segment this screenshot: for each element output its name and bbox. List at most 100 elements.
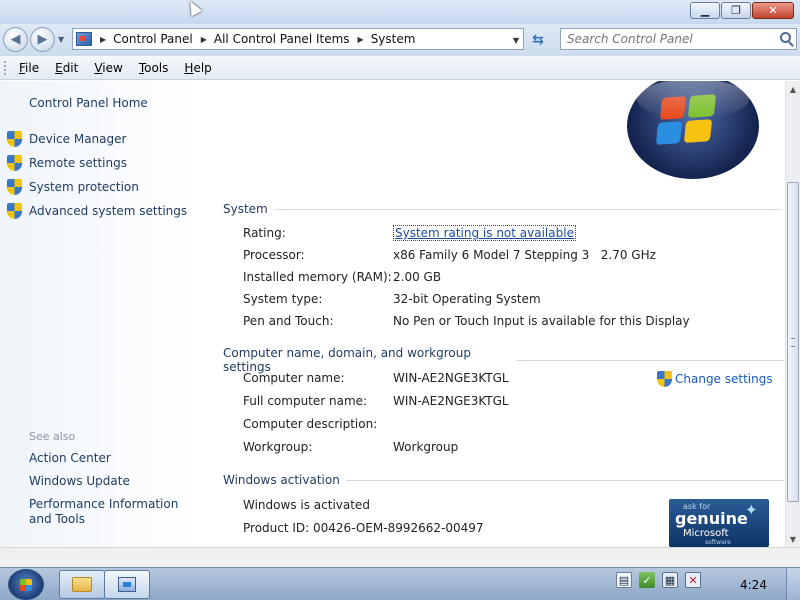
computer-name-label: Computer name: (243, 371, 345, 385)
genuine-microsoft-badge[interactable]: ask for genuine Microsoft software ✦ (669, 499, 769, 547)
performance-info-link[interactable]: Performance Information and Tools (29, 497, 194, 527)
device-manager-link[interactable]: Device Manager (7, 131, 126, 147)
window-controls: ▁ ❐ ✕ (690, 2, 794, 19)
uac-shield-icon (7, 155, 22, 171)
system-protection-link[interactable]: System protection (7, 179, 139, 195)
breadcrumb-system[interactable]: System (371, 32, 416, 46)
system-heading-text: System (223, 202, 268, 216)
network-icon[interactable]: ▦ (662, 572, 678, 588)
pen-touch-value: No Pen or Touch Input is available for t… (393, 314, 690, 328)
close-button[interactable]: ✕ (752, 2, 794, 19)
product-id: Product ID: 00426-OEM-8992662-00497 (243, 521, 484, 535)
control-panel-icon (118, 577, 136, 592)
activation-heading-text: Windows activation (223, 473, 340, 487)
advanced-system-settings-link[interactable]: Advanced system settings (7, 203, 187, 219)
folder-icon (72, 577, 92, 592)
taskbar-clock[interactable]: 4:24 (740, 578, 767, 592)
computer-heading-text: Computer name, domain, and workgroup set… (223, 346, 471, 374)
scrollbar-thumb[interactable] (787, 182, 799, 502)
breadcrumb-control-panel[interactable]: Control Panel (113, 32, 193, 46)
taskbar-explorer-button[interactable] (59, 570, 105, 599)
change-settings-label: Change settings (675, 372, 773, 386)
menu-bar: File Edit View Tools Help (0, 56, 800, 80)
menu-tools[interactable]: Tools (139, 61, 169, 75)
full-computer-name-value: WIN-AE2NGE3KTGL (393, 394, 509, 408)
badge-genuine-text: genuine (675, 509, 748, 528)
address-dropdown-icon[interactable]: ▼ (513, 36, 519, 45)
section-divider (345, 479, 784, 481)
badge-software-text: software (705, 539, 731, 546)
breadcrumb-all-items[interactable]: All Control Panel Items (214, 32, 350, 46)
chevron-right-icon[interactable]: ▶ (201, 35, 207, 44)
windows-logo-icon (627, 81, 759, 179)
change-settings-link[interactable]: Change settings (657, 371, 773, 387)
uac-shield-icon (7, 179, 22, 195)
start-button[interactable] (8, 569, 44, 600)
computer-description-label: Computer description: (243, 417, 378, 431)
address-bar: ◀ ▶ ▼ ▶ Control Panel ▶ All Control Pane… (0, 24, 800, 56)
menu-help[interactable]: Help (184, 61, 211, 75)
search-box[interactable] (560, 28, 797, 50)
maximize-button[interactable]: ❐ (721, 2, 751, 19)
system-rating-link[interactable]: System rating is not available (393, 225, 576, 241)
remote-settings-link[interactable]: Remote settings (7, 155, 127, 171)
taskbar-control-panel-button[interactable] (104, 570, 150, 599)
scroll-up-icon[interactable]: ▲ (786, 81, 800, 97)
navigation-pane: Control Panel Home Device Manager Remote… (0, 81, 201, 547)
system-type-label: System type: (243, 292, 323, 306)
activation-section-heading: Windows activation (223, 473, 784, 487)
star-icon: ✦ (745, 501, 758, 519)
memory-label: Installed memory (RAM): (243, 270, 392, 284)
rating-label: Rating: (243, 226, 286, 240)
back-button[interactable]: ◀ (3, 27, 28, 52)
volume-muted-icon[interactable]: ✕ (685, 572, 701, 588)
document-icon[interactable]: ▤ (616, 572, 632, 588)
activation-status: Windows is activated (243, 498, 370, 512)
badge-microsoft-text: Microsoft (683, 528, 729, 539)
computer-name-value: WIN-AE2NGE3KTGL (393, 371, 509, 385)
rating-value: System rating is not available (393, 225, 576, 241)
forward-arrow-icon: ▶ (37, 32, 48, 47)
taskbar: ▤ ✓ ▦ ✕ 4:24 (0, 567, 800, 600)
scroll-down-icon[interactable]: ▼ (786, 531, 800, 547)
device-manager-label: Device Manager (29, 132, 127, 146)
chevron-right-icon[interactable]: ▶ (358, 35, 364, 44)
uac-shield-icon (7, 203, 22, 219)
minimize-icon: ▁ (700, 4, 710, 17)
minimize-button[interactable]: ▁ (690, 2, 720, 19)
refresh-icon: ⇆ (532, 32, 544, 48)
memory-value: 2.00 GB (393, 270, 442, 284)
control-panel-icon (76, 32, 92, 46)
windows-update-link[interactable]: Windows Update (29, 474, 130, 488)
recent-pages-dropdown[interactable]: ▼ (58, 35, 64, 44)
uac-shield-icon (7, 131, 22, 147)
forward-button[interactable]: ▶ (30, 27, 55, 52)
action-center-link[interactable]: Action Center (29, 451, 111, 465)
advanced-system-settings-label: Advanced system settings (29, 204, 188, 218)
system-type-value: 32-bit Operating System (393, 292, 541, 306)
refresh-button[interactable]: ⇆ (527, 30, 549, 50)
action-center-flag-icon[interactable]: ✓ (639, 572, 655, 588)
show-desktop-button[interactable] (786, 568, 800, 600)
close-icon: ✕ (768, 4, 778, 17)
vertical-scrollbar[interactable]: ▲ ▼ (785, 81, 800, 547)
menu-view[interactable]: View (94, 61, 122, 75)
notification-area: ▤ ✓ ▦ ✕ (616, 572, 701, 588)
section-divider (273, 208, 782, 210)
status-bar (0, 547, 800, 567)
see-also-heading: See also (29, 430, 76, 443)
remote-settings-label: Remote settings (29, 156, 127, 170)
system-protection-label: System protection (29, 180, 139, 194)
full-computer-name-label: Full computer name: (243, 394, 368, 408)
pen-touch-label: Pen and Touch: (243, 314, 334, 328)
main-content: System Rating: System rating is not avai… (201, 81, 785, 547)
uac-shield-icon (657, 371, 672, 387)
back-arrow-icon: ◀ (10, 32, 21, 47)
menu-file[interactable]: File (19, 61, 39, 75)
search-input[interactable] (567, 32, 777, 46)
menu-edit[interactable]: Edit (55, 61, 78, 75)
control-panel-home-link[interactable]: Control Panel Home (29, 96, 148, 110)
address-field[interactable]: ▶ Control Panel ▶ All Control Panel Item… (72, 28, 524, 50)
chevron-right-icon[interactable]: ▶ (100, 35, 106, 44)
search-icon[interactable] (780, 32, 791, 43)
